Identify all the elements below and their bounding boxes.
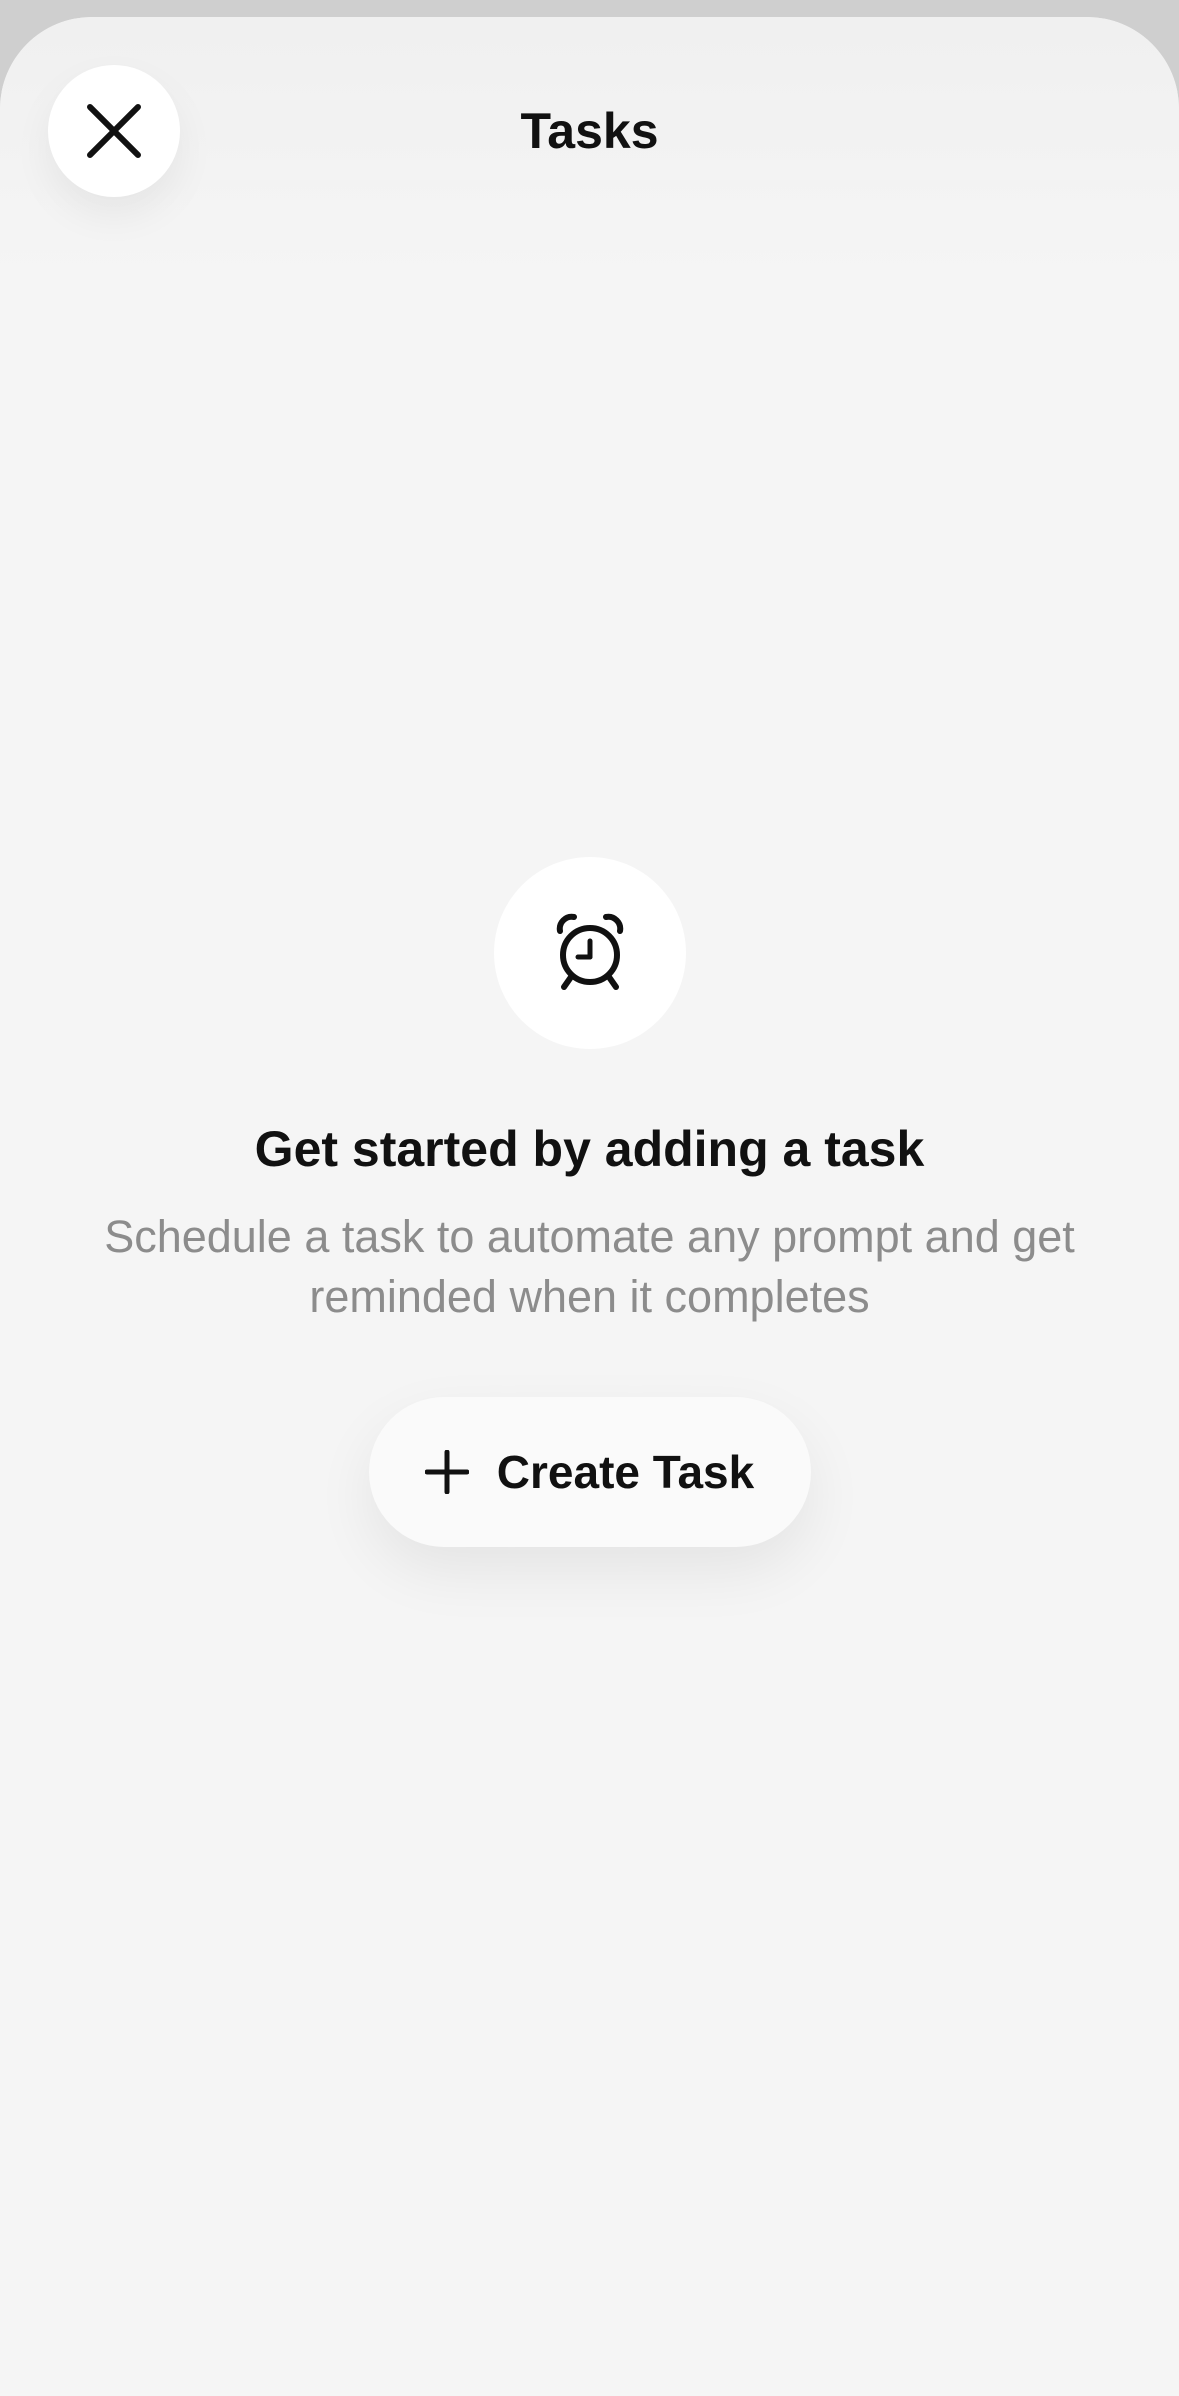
alarm-clock-icon	[556, 913, 623, 990]
empty-state-description: Schedule a task to automate any prompt a…	[104, 1211, 1075, 1322]
empty-state-heading: Get started by adding a task	[254, 1121, 925, 1177]
empty-state: Get started by adding a task Schedule a …	[0, 857, 1179, 1547]
plus-icon	[424, 1450, 469, 1494]
empty-state-icon-circle	[493, 857, 686, 1049]
create-task-label: Create Task	[496, 1446, 755, 1498]
create-task-button[interactable]: Create Task	[368, 1397, 811, 1547]
tasks-sheet: Tasks Get started by adding a task Sched…	[0, 17, 1179, 2396]
page-title: Tasks	[520, 103, 659, 159]
